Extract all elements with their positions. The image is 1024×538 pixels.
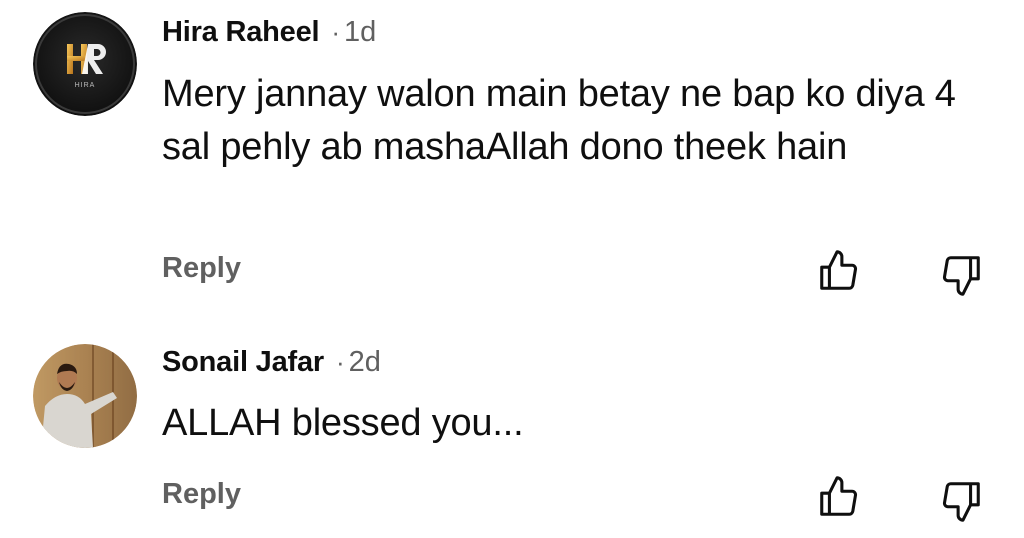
author-name[interactable]: Hira Raheel: [162, 16, 320, 49]
dislike-button[interactable]: [938, 252, 984, 298]
comment-header: Hira Raheel · 1d: [162, 12, 376, 52]
svg-text:HIRA: HIRA: [75, 82, 96, 89]
avatar[interactable]: [33, 344, 137, 448]
separator-dot: ·: [331, 16, 341, 47]
thumbs-up-icon: [820, 250, 858, 290]
comment-text: Mery jannay walon main betay ne bap ko d…: [162, 73, 956, 168]
thumbs-up-icon: [820, 476, 858, 516]
avatar[interactable]: HIRA: [33, 12, 137, 116]
comment-header: Sonail Jafar · 2d: [162, 342, 381, 382]
profile-photo-icon: [33, 344, 137, 448]
author-name[interactable]: Sonail Jafar: [162, 346, 324, 379]
like-button[interactable]: [816, 474, 862, 520]
thumbs-down-icon: [942, 256, 980, 296]
separator-dot: ·: [336, 346, 345, 377]
hr-logo-icon: HIRA: [33, 12, 137, 116]
like-button[interactable]: [816, 248, 862, 294]
comment-text: ALLAH blessed you...: [162, 402, 524, 444]
reply-button[interactable]: Reply: [162, 252, 241, 285]
timestamp[interactable]: 1d: [344, 16, 376, 49]
reply-button[interactable]: Reply: [162, 478, 241, 511]
timestamp[interactable]: 2d: [349, 346, 381, 379]
comments-screen: HIRA Hira Raheel · 1d Mery jannay walon …: [0, 0, 1024, 538]
thumbs-down-icon: [942, 482, 980, 522]
dislike-button[interactable]: [938, 478, 984, 524]
